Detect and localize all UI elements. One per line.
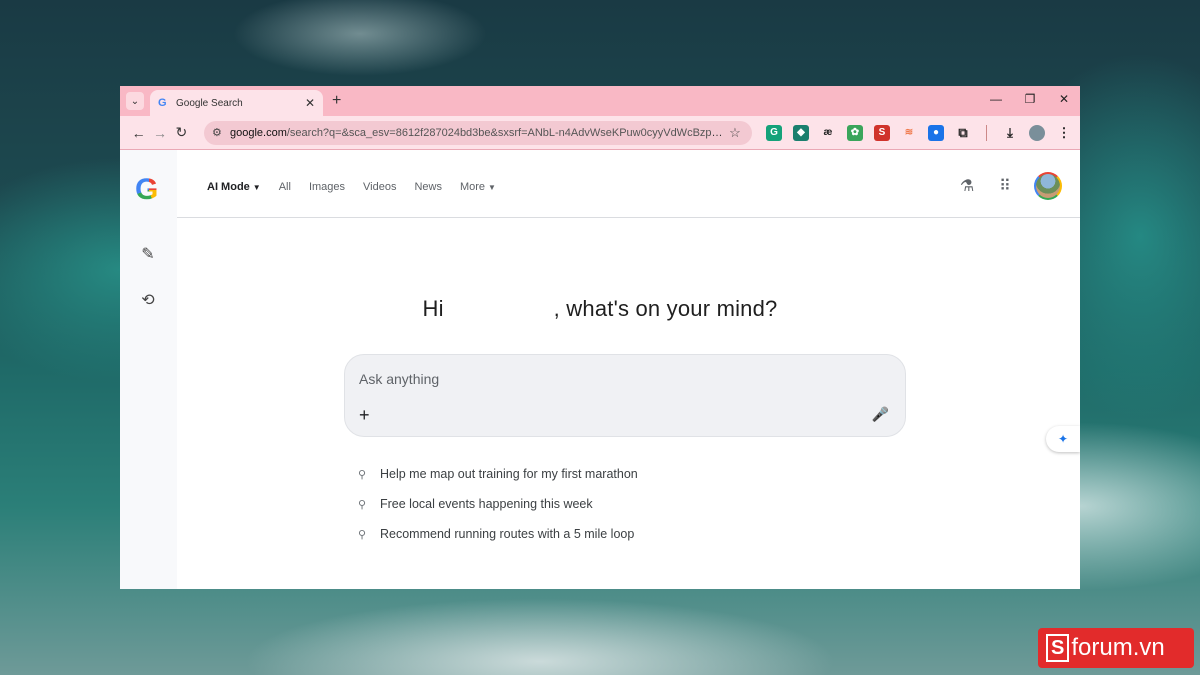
tab-videos[interactable]: Videos <box>363 181 396 193</box>
close-icon[interactable]: ✕ <box>1056 92 1072 106</box>
tab-more[interactable]: More ▼ <box>460 181 496 193</box>
labs-flask-icon[interactable]: ⚗ <box>958 176 976 196</box>
search-sparkle-icon: ⚲ <box>358 468 367 481</box>
reload-button[interactable]: ↻ <box>171 124 192 141</box>
tab-ai-mode-label: AI Mode <box>207 181 250 193</box>
extension-red-s-icon[interactable]: S <box>873 124 890 141</box>
download-icon[interactable]: ⤓ <box>1002 125 1018 141</box>
ae-icon[interactable]: æ <box>820 125 836 141</box>
search-nav: AI Mode ▼ All Images Videos News More ▼ ⚗ … <box>177 150 1080 218</box>
apps-grid-icon[interactable]: ⠿ <box>996 176 1014 196</box>
greeting-hi: Hi <box>422 296 444 321</box>
tab-strip: ⌄ G Google Search ✕ + — ❐ ✕ <box>120 86 1080 116</box>
watermark-letter: S <box>1046 634 1070 662</box>
watermark-text: forum.vn <box>1071 634 1165 661</box>
restore-icon[interactable]: ❐ <box>1022 92 1038 106</box>
browser-tab[interactable]: G Google Search ✕ <box>150 90 323 116</box>
tab-ai-mode[interactable]: AI Mode ▼ <box>207 181 261 193</box>
top-right-actions: ⚗ ⠿ <box>958 172 1062 200</box>
browser-toolbar: ← → ↻ ⚙ google.com/search?q=&sca_esv=861… <box>120 116 1080 150</box>
extensions-puzzle-icon[interactable]: ⧉ <box>955 125 971 141</box>
tab-news[interactable]: News <box>414 181 442 193</box>
url-path: /search?q=&sca_esv=8612f287024bd3be&sxsr… <box>286 126 726 139</box>
suggestion-text: Help me map out training for my first ma… <box>380 467 638 481</box>
url-host: google.com <box>229 126 287 139</box>
tab-title: Google Search <box>176 97 243 109</box>
gemini-sparkle-icon[interactable]: ✦ <box>1046 426 1080 452</box>
extension-blue-drop-icon[interactable]: ● <box>927 124 944 141</box>
microphone-icon[interactable]: 🎤 <box>872 406 889 423</box>
toolbar-divider <box>985 124 987 141</box>
address-bar[interactable]: ⚙ google.com/search?q=&sca_esv=8612f2870… <box>203 120 752 145</box>
minimize-icon[interactable]: — <box>988 92 1004 106</box>
add-attachment-button[interactable]: + <box>359 405 370 426</box>
tab-more-label: More <box>459 181 486 193</box>
kebab-menu-icon[interactable]: ⋮ <box>1056 125 1072 141</box>
ask-anything-input[interactable] <box>359 371 859 387</box>
browser-window: ⌄ G Google Search ✕ + — ❐ ✕ ← → ↻ ⚙ goog… <box>120 86 1080 589</box>
left-rail: G ✎ ⟲ <box>120 150 177 589</box>
close-tab-icon[interactable]: ✕ <box>305 96 315 110</box>
extension-green-square-icon[interactable]: ◆ <box>792 124 809 141</box>
suggestion-item[interactable]: ⚲ Recommend running routes with a 5 mile… <box>358 519 638 549</box>
new-chat-edit-icon[interactable]: ✎ <box>138 244 158 264</box>
extensions-bar: G ◆ æ ✿ S ≋ ● ⧉ ⤓ ⋮ <box>765 124 1072 141</box>
greeting-heading: Hi , what's on your mind? <box>120 296 1080 322</box>
search-sparkle-icon: ⚲ <box>358 498 367 511</box>
search-sparkle-icon: ⚲ <box>358 528 367 541</box>
grammarly-icon[interactable]: G <box>765 124 782 141</box>
caret-down-icon: ▼ <box>488 183 496 192</box>
ask-box: + 🎤 <box>344 354 906 437</box>
sforum-watermark-logo: Sforum.vn <box>1038 628 1194 668</box>
suggestion-list: ⚲ Help me map out training for my first … <box>358 459 638 549</box>
window-controls: — ❐ ✕ <box>988 92 1072 106</box>
suggestion-text: Recommend running routes with a 5 mile l… <box>380 527 635 541</box>
google-favicon-icon: G <box>158 97 167 109</box>
extension-green-leaf-icon[interactable]: ✿ <box>846 124 863 141</box>
suggestion-item[interactable]: ⚲ Help me map out training for my first … <box>358 459 638 489</box>
suggestion-item[interactable]: ⚲ Free local events happening this week <box>358 489 638 519</box>
forward-button[interactable]: → <box>149 125 170 141</box>
suggestion-text: Free local events happening this week <box>380 497 593 511</box>
extension-orange-wifi-icon[interactable]: ≋ <box>901 125 917 141</box>
google-ai-mode-page: G ✎ ⟲ AI Mode ▼ All Images Videos News Mo… <box>120 150 1080 589</box>
google-logo[interactable]: G <box>135 175 163 205</box>
url-text: google.com/search?q=&sca_esv=8612f287024… <box>230 127 726 139</box>
caret-down-icon: ▼ <box>252 183 261 192</box>
chevron-down-icon: ⌄ <box>130 95 140 107</box>
site-info-icon[interactable]: ⚙ <box>212 126 230 139</box>
profile-avatar-icon[interactable] <box>1028 124 1045 141</box>
tab-search-button[interactable]: ⌄ <box>126 92 144 110</box>
tab-all[interactable]: All <box>279 181 291 193</box>
tab-images[interactable]: Images <box>309 181 345 193</box>
search-tabs: AI Mode ▼ All Images Videos News More ▼ <box>207 181 496 193</box>
bookmark-star-icon[interactable]: ☆ <box>726 125 744 141</box>
new-tab-button[interactable]: + <box>332 92 341 110</box>
account-avatar[interactable] <box>1034 172 1062 200</box>
back-button[interactable]: ← <box>128 125 149 141</box>
greeting-rest: , what's on your mind? <box>553 296 778 321</box>
